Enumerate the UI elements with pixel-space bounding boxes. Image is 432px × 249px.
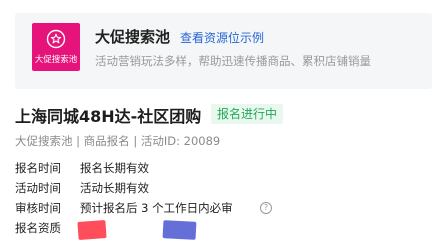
- detail-value: 预计报名后 3 个工作日内必审: [80, 201, 233, 215]
- detail-label: 审核时间: [15, 201, 61, 215]
- view-example-link[interactable]: 查看资源位示例: [180, 29, 264, 46]
- redaction-mark-red: [77, 220, 107, 240]
- detail-value: 报名长期有效: [80, 161, 149, 175]
- redaction-mark-blue: [162, 220, 197, 240]
- question-circle-icon[interactable]: ?: [260, 202, 272, 214]
- resource-logo: 大促搜索池: [32, 23, 80, 71]
- activity-meta: 大促搜索池 | 商品报名 | 活动ID: 20089: [15, 134, 221, 148]
- detail-label: 活动时间: [15, 181, 61, 195]
- shop-star-icon: [46, 29, 66, 49]
- logo-caption: 大促搜索池: [34, 55, 78, 65]
- activity-title: 上海同城48H达-社区团购: [15, 107, 202, 126]
- banner-title: 大促搜索池: [95, 28, 171, 46]
- banner-description: 活动营销玩法多样，帮助迅速传播商品、累积店铺销量: [95, 54, 371, 68]
- detail-value: 活动长期有效: [80, 181, 149, 195]
- status-badge: 报名进行中: [211, 104, 284, 124]
- detail-label: 报名资质: [15, 221, 61, 235]
- resource-banner: 大促搜索池 大促搜索池 查看资源位示例 活动营销玩法多样，帮助迅速传播商品、累积…: [15, 13, 432, 89]
- detail-label: 报名时间: [15, 161, 61, 175]
